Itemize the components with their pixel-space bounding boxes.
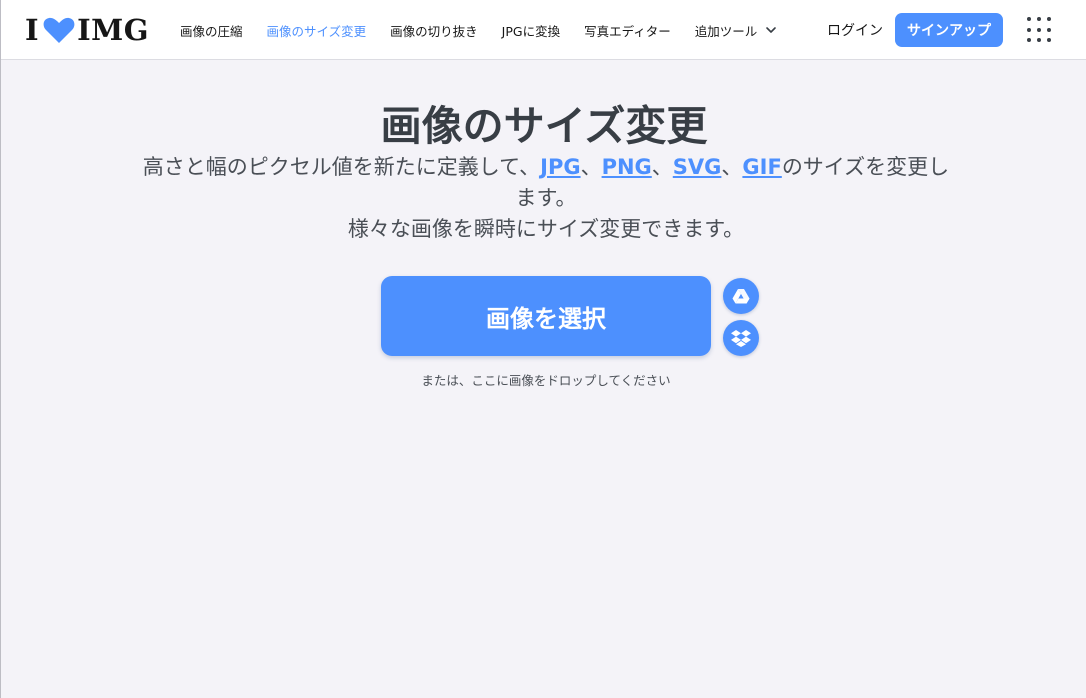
grid-dot	[1047, 38, 1051, 43]
nav-item-more-tools-label: 追加ツール	[694, 23, 758, 39]
grid-dot	[1047, 17, 1051, 21]
logo[interactable]: I IMG	[25, 13, 149, 47]
separator: 、	[651, 155, 673, 179]
grid-dot	[1027, 38, 1031, 43]
select-image-button[interactable]: 画像を選択	[381, 276, 711, 356]
nav-item-resize[interactable]: 画像のサイズ変更	[267, 21, 367, 40]
logo-text-left: I	[25, 13, 40, 47]
grid-dot	[1037, 38, 1041, 43]
grid-dot	[1047, 27, 1051, 32]
nav-item-crop[interactable]: 画像の切り抜き	[390, 21, 478, 40]
page-title: 画像のサイズ変更	[380, 102, 708, 150]
google-drive-icon	[732, 289, 750, 304]
top-bar: I IMG 画像の圧縮 画像のサイズ変更 画像の切り抜き JPGに変換 写真エデ…	[1, 0, 1086, 60]
nav-item-more-tools[interactable]: 追加ツール	[695, 21, 778, 40]
page-description: 高さと幅のピクセル値を新たに定義して、JPG、PNG、SVG、GIFのサイズを変…	[141, 152, 951, 245]
nav-item-photo-editor[interactable]: 写真エディター	[584, 21, 671, 40]
dropbox-icon	[731, 330, 751, 347]
signup-button[interactable]: サインアップ	[895, 13, 1003, 47]
heart-icon	[43, 17, 75, 43]
png-link[interactable]: PNG	[602, 155, 652, 179]
dropbox-button[interactable]	[723, 320, 759, 356]
grid-dot	[1027, 17, 1031, 21]
nav-item-convert-jpg[interactable]: JPGに変換	[502, 21, 560, 40]
nav-item-compress[interactable]: 画像の圧縮	[180, 21, 243, 40]
logo-text-right: IMG	[77, 13, 150, 47]
drop-hint: または、ここに画像をドロップしてください	[421, 373, 671, 388]
login-link[interactable]: ログイン	[827, 20, 883, 40]
main-nav: 画像の圧縮 画像のサイズ変更 画像の切り抜き JPGに変換 写真エディター 追加…	[180, 0, 801, 60]
description-text: 高さと幅のピクセル値を新たに定義して、	[142, 155, 541, 179]
description-line-2: 様々な画像を瞬時にサイズ変更できます。	[347, 217, 745, 241]
separator: 、	[580, 155, 602, 179]
separator: 、	[721, 155, 743, 179]
grid-icon[interactable]	[1025, 15, 1055, 45]
grid-dot	[1037, 27, 1041, 32]
grid-dot	[1027, 27, 1031, 32]
grid-dot	[1037, 17, 1041, 21]
chevron-down-icon	[766, 27, 777, 33]
svg-link[interactable]: SVG	[673, 155, 722, 179]
gif-link[interactable]: GIF	[742, 155, 781, 179]
google-drive-button[interactable]	[723, 278, 759, 314]
jpg-link[interactable]: JPG	[540, 155, 580, 179]
